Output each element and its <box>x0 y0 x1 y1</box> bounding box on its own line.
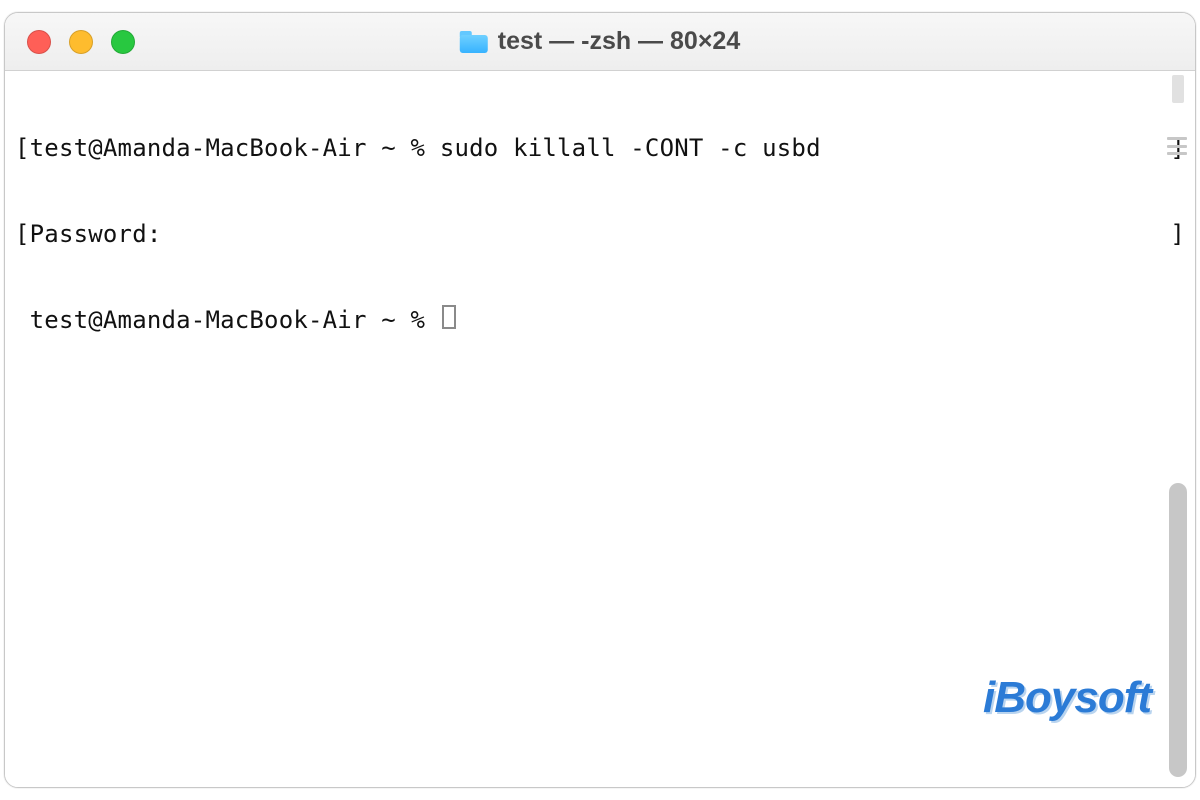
scrollbar-rail <box>1165 71 1191 783</box>
close-icon[interactable] <box>27 30 51 54</box>
scroll-indicator-icon <box>1172 75 1184 103</box>
terminal-text: test@Amanda-MacBook-Air ~ % sudo killall… <box>30 133 821 163</box>
terminal-prompt: test@Amanda-MacBook-Air ~ % <box>30 305 440 335</box>
cursor-icon <box>442 305 456 329</box>
scrollbar-track[interactable] <box>1166 103 1190 783</box>
line-bracket-left: [ <box>15 133 30 163</box>
titlebar[interactable]: test — -zsh — 80×24 <box>5 13 1195 71</box>
terminal-line: [ test@Amanda-MacBook-Air ~ % sudo killa… <box>15 133 1185 163</box>
scrollbar-thumb[interactable] <box>1169 483 1187 777</box>
terminal-body[interactable]: [ test@Amanda-MacBook-Air ~ % sudo killa… <box>5 71 1195 787</box>
line-bracket-left <box>15 305 30 335</box>
watermark-logo: iBoysoft <box>916 623 1151 773</box>
terminal-line: [ Password: ] <box>15 219 1185 249</box>
line-bracket-left: [ <box>15 219 30 249</box>
window-title-text: test — -zsh — 80×24 <box>498 27 740 56</box>
traffic-lights <box>5 30 135 54</box>
minimize-icon[interactable] <box>69 30 93 54</box>
maximize-icon[interactable] <box>111 30 135 54</box>
folder-icon <box>460 31 488 53</box>
hamburger-icon <box>1167 137 1187 155</box>
terminal-line: test@Amanda-MacBook-Air ~ % <box>15 305 1185 335</box>
watermark-text: iBoysoft <box>983 673 1151 722</box>
terminal-text: Password: <box>30 219 162 249</box>
window-title: test — -zsh — 80×24 <box>460 27 740 56</box>
terminal-window: test — -zsh — 80×24 [ test@Amanda-MacBoo… <box>4 12 1196 788</box>
